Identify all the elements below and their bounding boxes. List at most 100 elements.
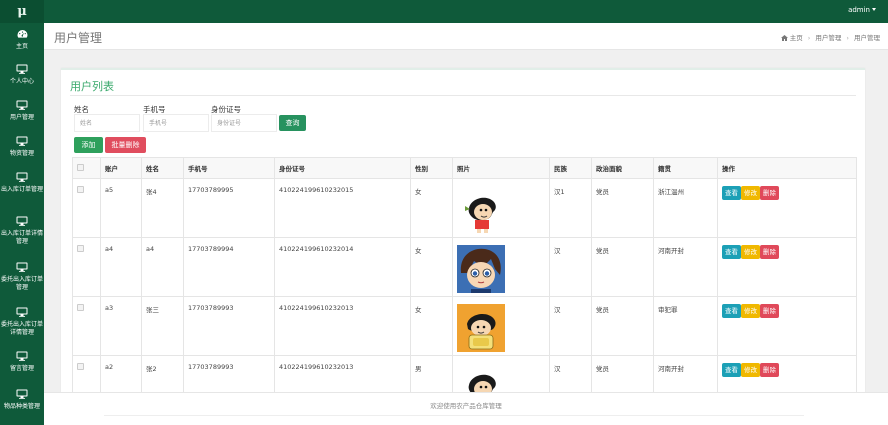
table-header-row: 账户 姓名 手机号 身份证号 性别 照片 民族 政治面貌 籍贯 操作 [72, 157, 857, 179]
divider [104, 415, 804, 416]
cell-hometown: 审犯罪 [653, 296, 718, 356]
column-header: 照片 [452, 157, 550, 179]
user-name: admin [848, 6, 870, 14]
cell-ethnicity: 汉 [549, 237, 592, 297]
edit-button[interactable]: 修改 [741, 186, 760, 200]
monitor-icon [16, 64, 28, 74]
sidebar-item-entrusted-orders[interactable]: 委托出入库订单管理 [0, 262, 44, 292]
sidebar-item-label: 留言管理 [9, 365, 34, 372]
edit-button[interactable]: 修改 [741, 304, 760, 318]
monitor-icon [16, 351, 28, 361]
app-logo[interactable]: μ [0, 0, 44, 23]
row-checkbox[interactable] [77, 186, 84, 193]
sidebar-item-materials[interactable]: 物资管理 [0, 136, 44, 158]
cell-actions: 查看 修改 删除 [717, 296, 857, 356]
user-menu[interactable]: admin [848, 0, 876, 23]
sidebar-item-label: 用户管理 [9, 114, 34, 121]
sidebar-item-entrusted-order-details[interactable]: 委托出入库订单详情管理 [0, 307, 44, 337]
view-button[interactable]: 查看 [722, 363, 741, 377]
cell-political: 党员 [591, 237, 654, 297]
sidebar-item-item-categories[interactable]: 物品种类管理 [0, 389, 44, 411]
add-button[interactable]: 添加 [74, 137, 103, 153]
cell-photo [452, 237, 550, 297]
dashboard-icon [17, 30, 27, 38]
idcard-input[interactable] [211, 114, 277, 132]
view-button[interactable]: 查看 [722, 186, 741, 200]
page-header: 用户管理 主页 › 用户管理 › 用户管理 [44, 23, 888, 50]
monitor-icon [16, 389, 28, 399]
page-title: 用户管理 [54, 31, 103, 45]
edit-button[interactable]: 修改 [741, 245, 760, 259]
panel-title: 用户列表 [70, 80, 114, 93]
delete-button[interactable]: 删除 [760, 363, 779, 377]
user-list-panel: 用户列表 姓名 手机号 身份证号 查询 添加 批量删除 账户 姓名 手机号 身份… [61, 68, 865, 400]
name-input[interactable] [74, 114, 140, 132]
cell-actions: 查看 修改 删除 [717, 237, 857, 297]
column-header: 账户 [100, 157, 142, 179]
chevron-right-icon: › [846, 34, 849, 42]
cell-ethnicity: 汉 [549, 296, 592, 356]
chevron-right-icon: › [807, 34, 811, 42]
user-photo[interactable] [457, 304, 505, 352]
search-button[interactable]: 查询 [279, 115, 306, 131]
column-header: 手机号 [183, 157, 275, 179]
row-checkbox[interactable] [77, 304, 84, 311]
batch-delete-button[interactable]: 批量删除 [105, 137, 146, 153]
cell-actions: 查看 修改 删除 [717, 178, 857, 238]
sidebar-item-users[interactable]: 用户管理 [0, 100, 44, 122]
breadcrumb-current: 用户管理 [854, 34, 880, 42]
user-table: 账户 姓名 手机号 身份证号 性别 照片 民族 政治面貌 籍贯 操作 a5 张4… [72, 157, 857, 400]
delete-button[interactable]: 删除 [760, 304, 779, 318]
cell-idcard: 410224199610232014 [274, 237, 411, 297]
column-header: 操作 [717, 157, 857, 179]
sidebar-item-inout-orders[interactable]: 出入库订单管理 [0, 172, 44, 194]
column-header: 政治面貌 [591, 157, 654, 179]
sidebar-item-profile[interactable]: 个人中心 [0, 64, 44, 86]
sidebar-item-messages[interactable]: 留言管理 [0, 351, 44, 373]
cell-phone: 17703789995 [183, 178, 275, 238]
column-header: 民族 [549, 157, 592, 179]
cell-name: 张三 [141, 296, 184, 356]
phone-input[interactable] [143, 114, 209, 132]
breadcrumb-section[interactable]: 用户管理 [815, 34, 841, 42]
home-icon [780, 35, 788, 41]
monitor-icon [16, 100, 28, 110]
monitor-icon [16, 262, 28, 272]
sidebar-item-label: 主页 [15, 43, 28, 50]
delete-button[interactable]: 删除 [760, 186, 779, 200]
cell-idcard: 410224199610232013 [274, 296, 411, 356]
breadcrumb: 主页 › 用户管理 › 用户管理 [780, 32, 880, 42]
sidebar-item-label: 出入库订单详情管理 [0, 230, 43, 245]
cell-gender: 女 [410, 237, 453, 297]
view-button[interactable]: 查看 [722, 245, 741, 259]
top-bar: μ admin [0, 0, 888, 23]
row-checkbox[interactable] [77, 363, 84, 370]
select-all-checkbox[interactable] [77, 163, 84, 171]
cell-political: 党员 [591, 296, 654, 356]
monitor-icon [16, 172, 28, 182]
column-header: 性别 [410, 157, 453, 179]
cell-gender: 女 [410, 296, 453, 356]
cell-photo [452, 296, 550, 356]
delete-button[interactable]: 删除 [760, 245, 779, 259]
sidebar-item-home[interactable]: 主页 [0, 29, 44, 51]
sidebar-item-label: 出入库订单管理 [0, 186, 43, 193]
user-photo[interactable] [457, 186, 505, 234]
cell-idcard: 410224199610232015 [274, 178, 411, 238]
monitor-icon [16, 136, 28, 146]
sidebar: 主页 个人中心 用户管理 物资管理 出入库订单管理 出入库订单详情管理 委托出入… [0, 23, 44, 425]
column-header: 籍贯 [653, 157, 718, 179]
table-row: a3 张三 17703789993 410224199610232013 女 汉… [72, 296, 857, 356]
user-photo[interactable] [457, 245, 505, 293]
column-header: 身份证号 [274, 157, 411, 179]
view-button[interactable]: 查看 [722, 304, 741, 318]
cell-name: 张4 [141, 178, 184, 238]
caret-down-icon [872, 8, 876, 11]
sidebar-item-inout-order-details[interactable]: 出入库订单详情管理 [0, 216, 44, 246]
row-checkbox[interactable] [77, 245, 84, 252]
sidebar-item-label: 委托出入库订单管理 [0, 276, 43, 291]
breadcrumb-home[interactable]: 主页 [790, 34, 803, 42]
table-row: a4 a4 17703789994 410224199610232014 女 汉… [72, 237, 857, 297]
edit-button[interactable]: 修改 [741, 363, 760, 377]
footer-text: 欢迎使用农产品仓库管理 [430, 402, 502, 410]
